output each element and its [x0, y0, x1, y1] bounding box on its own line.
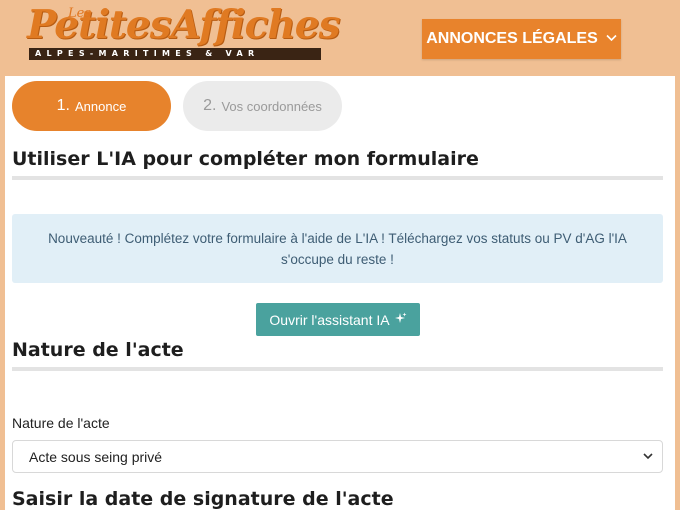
site-logo[interactable]: PetitesAffiches Les ALPES-MARITIMES & VA…: [27, 2, 341, 62]
form-panel: 1. Annonce 2. Vos coordonnées Utiliser L…: [5, 76, 675, 510]
ai-button-label: Ouvrir l'assistant IA: [269, 311, 390, 328]
step-number: 2.: [203, 97, 217, 114]
date-section-title: Saisir la date de signature de l'acte: [12, 488, 394, 510]
step-label: Vos coordonnées: [221, 98, 322, 114]
open-ai-assistant-button[interactable]: Ouvrir l'assistant IA: [256, 303, 420, 336]
select-value: Acte sous seing privé: [29, 448, 163, 465]
step-annonce[interactable]: 1. Annonce: [12, 81, 171, 131]
menu-button-label: ANNONCES LÉGALES: [426, 30, 598, 47]
chevron-down-icon: [606, 33, 617, 45]
nature-field-label: Nature de l'acte: [12, 415, 110, 431]
site-header: PetitesAffiches Les ALPES-MARITIMES & VA…: [0, 0, 680, 76]
ai-section-title: Utiliser L'IA pour compléter mon formula…: [12, 148, 663, 180]
logo-region-text: ALPES-MARITIMES & VAR: [29, 48, 321, 60]
step-number: 1.: [56, 97, 70, 114]
nature-acte-select[interactable]: Acte sous seing privé: [12, 440, 663, 473]
nature-section-title: Nature de l'acte: [12, 339, 663, 371]
step-vos-coordonnees[interactable]: 2. Vos coordonnées: [183, 81, 342, 131]
annonces-legales-menu-button[interactable]: ANNONCES LÉGALES: [422, 19, 621, 59]
step-label: Annonce: [75, 98, 127, 114]
sparkles-icon: [394, 312, 407, 328]
ai-info-alert: Nouveauté ! Complétez votre formulaire à…: [12, 214, 663, 283]
logo-les-text: Les: [68, 6, 91, 21]
chevron-down-icon: [642, 449, 654, 461]
